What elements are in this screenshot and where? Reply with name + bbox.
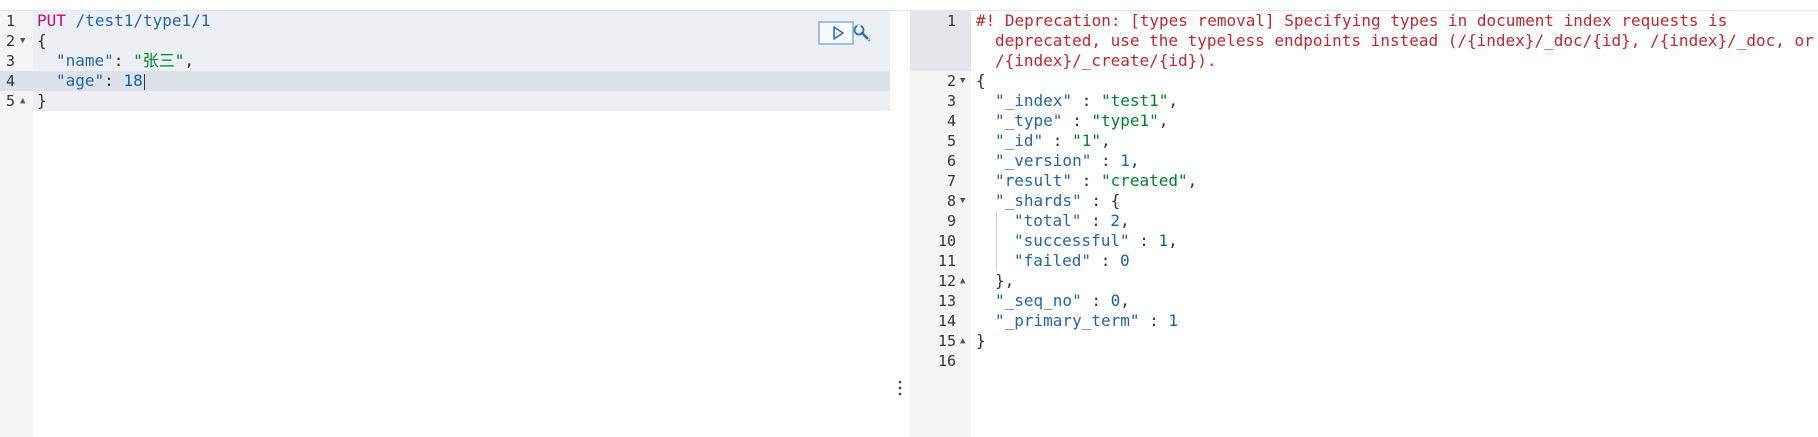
field-key: "name" [56, 51, 114, 70]
text-cursor [143, 73, 145, 90]
line-number: 2 [6, 32, 16, 50]
deprecation-warning-line: deprecated, use the typeless endpoints i… [995, 31, 1814, 50]
request-method: PUT [37, 11, 66, 30]
fold-toggle-icon[interactable]: ▼ [960, 191, 965, 211]
response-shard-field: "failed" : 0 [1014, 251, 1130, 270]
top-strip [0, 0, 1818, 11]
response-shard-field: "total" : 2, [1014, 211, 1130, 230]
line-number: 3 [946, 92, 956, 110]
wrench-icon[interactable] [852, 23, 872, 43]
line-number: 5 [6, 92, 16, 110]
response-open-brace: { [976, 71, 986, 90]
line-number: 3 [6, 52, 16, 70]
line-number: 2 [946, 72, 956, 90]
line-number: 14 [937, 312, 956, 330]
field-value: 18 [123, 71, 143, 90]
line-number: 1 [6, 12, 16, 30]
response-shards-close: }, [995, 271, 1015, 290]
fold-toggle-icon[interactable]: ▼ [20, 31, 25, 51]
request-editor[interactable]: 1 2 ▼ 3 4 5 ▲ PUT /test1/type1/1 { "name… [0, 11, 890, 437]
line-number: 6 [946, 152, 956, 170]
drag-handle-icon[interactable] [898, 380, 902, 396]
response-field: "_version" : 1, [995, 151, 1140, 170]
response-shard-field: "successful" : 1, [1014, 231, 1178, 250]
deprecation-warning-line: /{index}/_create/{id}). [995, 51, 1217, 70]
indent-guide [996, 211, 997, 271]
response-field: "_index" : "test1", [995, 91, 1179, 110]
line-number: 11 [937, 252, 956, 270]
line-number: 13 [937, 292, 956, 310]
line-number: 4 [6, 72, 16, 90]
line-number: 7 [946, 172, 956, 190]
line-number: 1 [946, 12, 956, 30]
request-field-name[interactable]: "name": "张三", [56, 51, 194, 71]
field-value: "张三" [133, 51, 185, 70]
request-field-age[interactable]: "age": 18 [56, 71, 145, 91]
play-icon[interactable] [830, 25, 846, 41]
request-open-brace[interactable]: { [37, 31, 47, 51]
line-number: 12 [937, 272, 956, 290]
fold-toggle-icon[interactable]: ▼ [960, 71, 965, 91]
line-number: 8 [946, 192, 956, 210]
response-close-brace: } [976, 331, 986, 350]
line-number: 9 [946, 212, 956, 230]
line-number: 10 [937, 232, 956, 250]
pane-resize-handle[interactable] [890, 11, 910, 437]
line-number: 4 [946, 112, 956, 130]
response-field: "_primary_term" : 1 [995, 311, 1179, 330]
deprecation-warning-line: #! Deprecation: [types removal] Specifyi… [976, 11, 1728, 30]
response-shards-open: "_shards" : { [995, 191, 1121, 210]
field-key: "age" [56, 71, 105, 90]
request-close-brace[interactable]: } [37, 91, 47, 111]
line-number: 16 [937, 352, 956, 370]
response-field: "_id" : "1", [995, 131, 1111, 150]
response-field: "_seq_no" : 0, [995, 291, 1130, 310]
request-line[interactable]: PUT /test1/type1/1 [37, 11, 210, 31]
response-viewer[interactable]: 1 2 ▼ 3 4 5 6 7 8 ▼ 9 10 11 12 ▲ 13 14 1… [910, 11, 1818, 437]
response-field: "result" : "created", [995, 171, 1198, 190]
fold-toggle-icon[interactable]: ▲ [960, 331, 965, 351]
request-url: /test1/type1/1 [75, 11, 211, 30]
line-number: 15 [937, 332, 956, 350]
response-field: "_type" : "type1", [995, 111, 1169, 130]
fold-toggle-icon[interactable]: ▲ [960, 271, 965, 291]
fold-toggle-icon[interactable]: ▲ [20, 91, 25, 111]
line-number: 5 [946, 132, 956, 150]
